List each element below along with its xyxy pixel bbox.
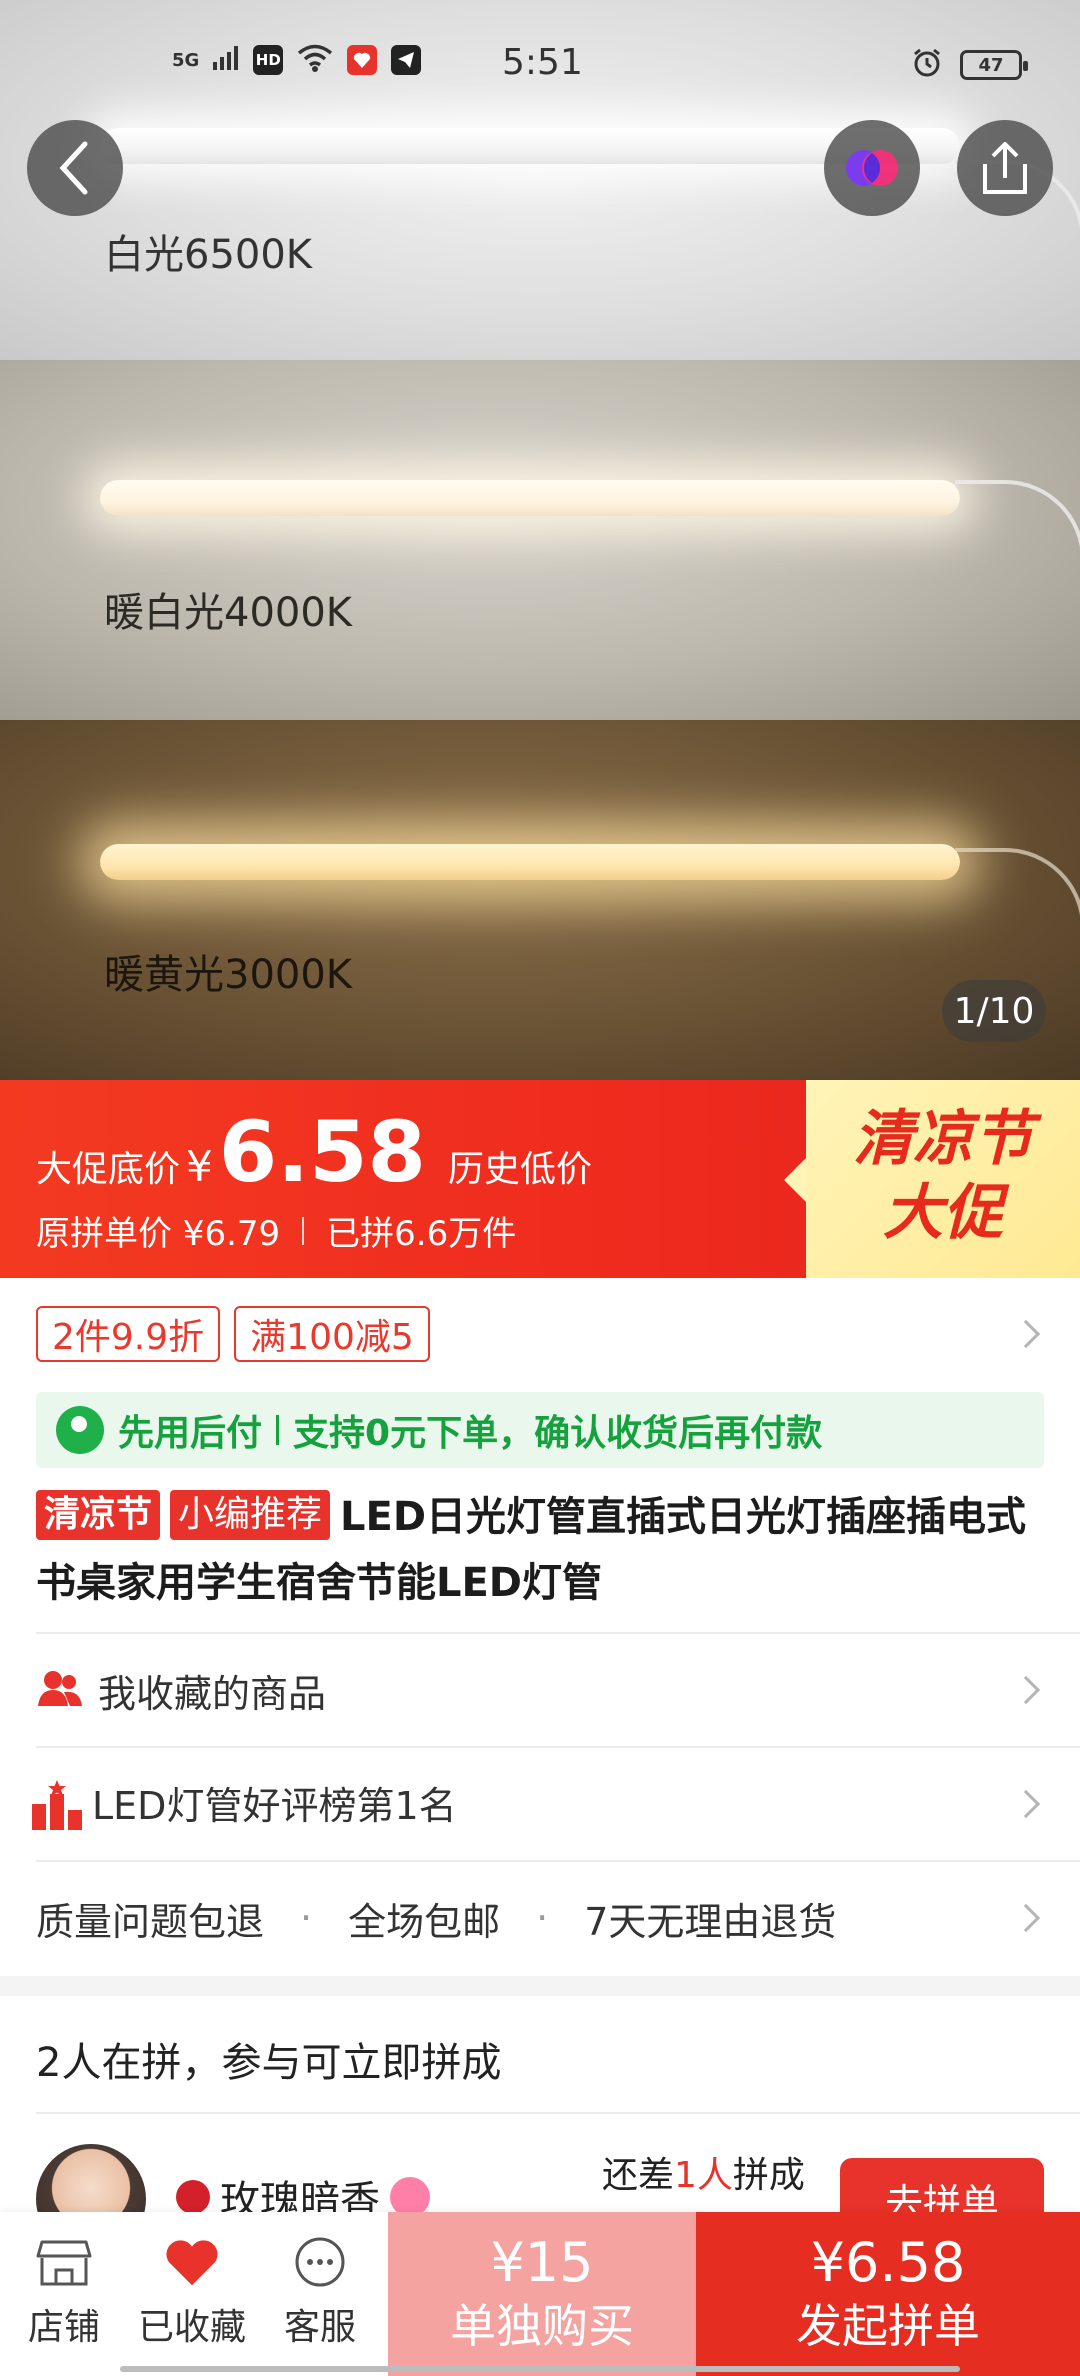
share-button[interactable] [957,120,1053,216]
light-sample-warm-white: 暖白光4000K [0,360,1080,720]
original-price: 原拼单价 ¥6.79 [36,1214,281,1254]
divider [302,1216,305,1245]
group-buy-entry: 玫瑰暗香 还差1人拼成 去拼单 [0,2112,1080,2254]
section-divider [0,1976,1080,1996]
status-bar: 5G HD 5:51 47 [0,36,1080,96]
pay-later-banner[interactable]: 先用后付 支持0元下单，确认收货后再付款 [36,1392,1044,1468]
divider [276,1415,280,1445]
customer-service-button[interactable]: 客服 [256,2212,384,2376]
need-count: 1人 [674,2155,733,2196]
assistant-icon [846,150,898,186]
light-sample-label: 暖黄光3000K [104,952,353,998]
need-suffix: 拼成 [732,2155,805,2196]
alarm-icon [912,48,942,82]
group-need-text: 还差1人拼成 [602,2146,805,2198]
group-buy-title: 2人在拼，参与可立即拼成 [36,2040,502,2086]
festival-tag: 清凉节 [36,1490,161,1540]
battery-indicator: 47 [960,50,1028,80]
need-prefix: 还差 [602,2155,675,2196]
pay-later-icon [56,1406,104,1454]
wifi-icon [297,44,333,76]
back-button[interactable] [27,120,123,216]
group-label: 发起拼单 [796,2299,980,2353]
light-sample-label: 白光6500K [104,232,313,278]
promo-price: 6.58 [218,1103,427,1201]
festival-promo-badge[interactable]: 清凉节 大促 [784,1080,1080,1278]
favorites-users-icon [36,1666,84,1714]
guarantee-item: 质量问题包退 [36,1899,265,1944]
group-price: ¥6.58 [810,2231,966,2294]
guarantee-item: 全场包邮 [348,1899,501,1944]
festival-line-2: 大促 [883,1178,1003,1248]
coupon-badge[interactable]: 2件9.9折 [36,1306,221,1362]
solo-price: ¥15 [490,2231,594,2294]
editor-pick-tag: 小编推荐 [170,1490,331,1540]
separator-dot: · [300,1896,313,1940]
light-sample-label: 暖白光4000K [104,590,353,636]
solo-label: 单独购买 [450,2299,634,2353]
lowest-price-tag: 历史低价 [448,1149,593,1190]
hd-icon: HD [253,45,284,75]
coupon-list: 2件9.9折 满100减5 [36,1306,430,1362]
home-indicator[interactable] [120,2366,960,2372]
network-indicator: 5G [172,49,200,71]
pay-later-title: 先用后付 [118,1413,263,1454]
bottom-action-bar: 店铺 已收藏 客服 ¥15 单独购买 ¥6.58 发起拼单 [0,2212,1080,2376]
store-button[interactable]: 店铺 [0,2212,128,2376]
favorites-label: 我收藏的商品 [98,1671,327,1716]
coupon-badge[interactable]: 满100减5 [234,1306,430,1362]
favorite-label: 已收藏 [137,2307,246,2348]
sold-count: 已拼6.6万件 [326,1214,517,1254]
share-icon [983,142,1027,194]
rose-emoji-icon [176,2180,210,2214]
pay-later-desc: 支持0元下单，确认收货后再付款 [293,1413,823,1454]
product-title: 清凉节 小编推荐 LED日光灯管直插式日光灯插座插电式书桌家用学生宿舍节能LED灯管 [36,1484,1046,1616]
product-page: 白光6500K 暖白光4000K 暖黄光3000K 5G HD 5:51 47 … [0,0,1080,2376]
led-tube [100,844,960,880]
store-icon [36,2238,92,2288]
store-label: 店铺 [27,2307,100,2348]
blossom-emoji-icon [390,2177,430,2217]
chevron-right-icon[interactable] [1011,1319,1041,1349]
signal-icon [213,46,239,74]
power-cord [955,480,1080,640]
heart-icon [164,2238,220,2288]
favorite-button[interactable]: 已收藏 [128,2212,256,2376]
service-label: 客服 [283,2307,356,2348]
light-sample-warm-yellow: 暖黄光3000K [0,720,1080,1080]
chat-bubble-icon [292,2237,348,2288]
promo-price-label: 大促底价 [36,1149,181,1190]
chevron-left-icon [59,141,88,195]
image-counter: 1/10 [942,980,1046,1042]
telegram-icon [391,45,422,75]
favorites-row[interactable]: 我收藏的商品 [36,1634,1044,1746]
app-notification-icon [347,45,378,75]
clock: 5:51 [502,42,583,83]
product-image-carousel[interactable]: 白光6500K 暖白光4000K 暖黄光3000K 5G HD 5:51 47 … [0,0,1080,1080]
separator-dot: · [536,1896,549,1940]
festival-line-1: 清凉节 [853,1104,1033,1174]
led-tube [100,480,960,516]
assistant-button[interactable] [824,120,920,216]
ranking-row[interactable]: LED灯管好评榜第1名 [30,1746,1038,1858]
buy-alone-button[interactable]: ¥15 单独购买 [388,2212,696,2376]
guarantee-item: 7天无理由退货 [584,1899,837,1944]
ranking-podium-icon [30,1778,82,1830]
start-group-buy-button[interactable]: ¥6.58 发起拼单 [696,2212,1080,2376]
ranking-label: LED灯管好评榜第1名 [92,1783,457,1828]
currency-symbol: ¥ [186,1142,213,1191]
service-guarantee-row[interactable]: 质量问题包退 · 全场包邮 · 7天无理由退货 [36,1862,1044,1974]
